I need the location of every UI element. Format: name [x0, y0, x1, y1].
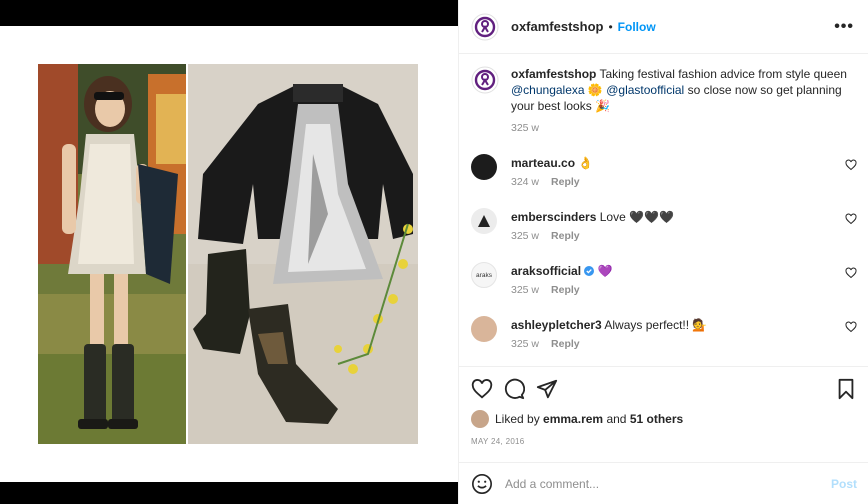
liker-username[interactable]: emma.rem — [543, 412, 603, 426]
comment-username[interactable]: araksofficial — [511, 264, 581, 278]
comment-input[interactable] — [505, 476, 805, 491]
like-comment-heart-icon[interactable] — [845, 159, 857, 171]
comment-username[interactable]: emberscinders — [511, 210, 596, 224]
caption-text-part-1: Taking festival fashion advice from styl… — [599, 67, 847, 81]
add-comment-bar: Post — [459, 462, 868, 504]
sunflower-emoji: 🌼 — [587, 83, 603, 97]
comments-list[interactable]: oxfamfestshop Taking festival fashion ad… — [459, 54, 868, 366]
caption-timestamp[interactable]: 325 w — [511, 120, 851, 136]
comment-username[interactable]: marteau.co — [511, 156, 575, 170]
reply-button[interactable]: Reply — [551, 176, 580, 188]
comment-time[interactable]: 325 w — [511, 284, 539, 296]
like-comment-heart-icon[interactable] — [845, 267, 857, 279]
comment-text: 👌 — [578, 156, 594, 170]
party-emoji: 🎉 — [595, 99, 611, 113]
comment-avatar-marteau[interactable] — [471, 154, 497, 180]
save-bookmark-icon[interactable] — [835, 378, 857, 400]
likes-others-count[interactable]: 51 others — [630, 412, 683, 426]
liker-avatar[interactable] — [471, 410, 489, 428]
oxfam-logo-avatar-caption[interactable] — [471, 66, 499, 94]
header-separator: • — [608, 19, 613, 34]
comment-bubble-icon[interactable] — [503, 378, 525, 400]
like-heart-icon[interactable] — [471, 378, 493, 400]
follow-button[interactable]: Follow — [618, 20, 656, 34]
oxfam-logo-avatar[interactable] — [471, 13, 499, 41]
caption-text: oxfamfestshop Taking festival fashion ad… — [511, 66, 851, 136]
more-options-icon[interactable]: ••• — [834, 18, 854, 36]
likes-and: and — [606, 412, 627, 426]
mention-chungalexa[interactable]: @chungalexa — [511, 83, 585, 97]
comment-avatar-ashleypletcher[interactable] — [471, 316, 497, 342]
media-bottom-bar — [0, 482, 458, 504]
post-actions-bar — [459, 366, 868, 408]
post-date[interactable]: MAY 24, 2016 — [471, 437, 525, 446]
post-author-username[interactable]: oxfamfestshop — [511, 19, 603, 34]
photo-festival-outfit — [38, 64, 186, 444]
media-top-bar — [0, 0, 458, 26]
like-comment-heart-icon[interactable] — [845, 321, 857, 333]
comment-username[interactable]: ashleypletcher3 — [511, 318, 602, 332]
likes-summary: Liked by emma.rem and 51 others — [471, 410, 683, 428]
post-header: oxfamfestshop • Follow ••• — [459, 0, 868, 54]
comment-avatar-emberscinders[interactable] — [471, 208, 497, 234]
comment-avatar-araks[interactable]: araks — [471, 262, 497, 288]
photo-flat-lay — [188, 64, 418, 444]
post-caption: oxfamfestshop Taking festival fashion ad… — [459, 54, 868, 136]
reply-button[interactable]: Reply — [551, 338, 580, 350]
post-comment-button[interactable]: Post — [831, 477, 857, 491]
reply-button[interactable]: Reply — [551, 284, 580, 296]
verified-badge-icon — [584, 266, 595, 276]
caption-username[interactable]: oxfamfestshop — [511, 67, 596, 81]
comment-time[interactable]: 325 w — [511, 338, 539, 350]
ember-logo-icon — [478, 215, 490, 227]
like-comment-heart-icon[interactable] — [845, 213, 857, 225]
comment-text: Love 🖤🖤🖤 — [599, 210, 674, 224]
comment-item: marteau.co 👌 324 w Reply — [459, 154, 868, 208]
reply-button[interactable]: Reply — [551, 230, 580, 242]
comment-item: araks araksofficial 💜 325 w Reply — [459, 262, 868, 316]
comment-time[interactable]: 324 w — [511, 176, 539, 188]
comment-item: ashleypletcher3 Always perfect!! 💁 325 w… — [459, 316, 868, 366]
share-paper-plane-icon[interactable] — [536, 378, 558, 400]
comment-text: Always perfect!! 💁 — [604, 318, 708, 332]
comment-item: emberscinders Love 🖤🖤🖤 325 w Reply — [459, 208, 868, 262]
mention-glastoofficial[interactable]: @glastoofficial — [606, 83, 684, 97]
comment-time[interactable]: 325 w — [511, 230, 539, 242]
emoji-smiley-icon[interactable] — [471, 473, 493, 495]
liked-by-prefix: Liked by — [495, 412, 540, 426]
comment-text: 💜 — [597, 264, 613, 278]
post-side-panel: oxfamfestshop • Follow ••• oxfamfestshop… — [458, 0, 868, 504]
post-media[interactable] — [0, 26, 458, 482]
